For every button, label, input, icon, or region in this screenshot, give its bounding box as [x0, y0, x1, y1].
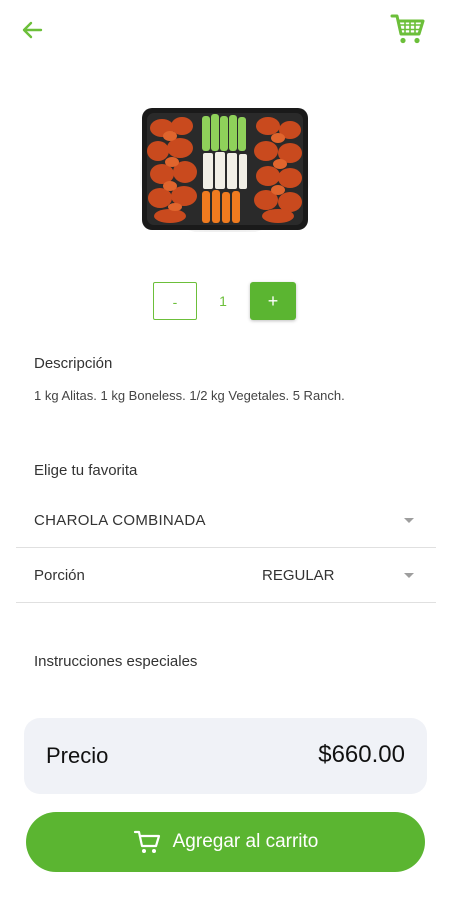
price-value: $660.00	[318, 741, 405, 768]
arrow-left-icon	[21, 19, 43, 46]
quantity-value: 1	[219, 293, 227, 309]
dropdown-caret-icon	[404, 573, 414, 578]
back-button[interactable]	[18, 18, 46, 46]
favorite-title: Elige tu favorita	[34, 462, 138, 479]
product-image	[139, 106, 311, 236]
shopping-cart-icon	[390, 12, 426, 51]
favorite-select[interactable]: CHAROLA COMBINADA	[16, 494, 436, 548]
portion-label: Porción	[34, 567, 85, 584]
favorite-select-value: CHAROLA COMBINADA	[34, 512, 206, 529]
cart-icon	[133, 829, 161, 855]
portion-select[interactable]: Porción REGULAR	[16, 549, 436, 603]
add-to-cart-button[interactable]: Agregar al carrito	[26, 812, 425, 872]
description-text: 1 kg Alitas. 1 kg Boneless. 1/2 kg Veget…	[34, 388, 345, 403]
special-instructions-label: Instrucciones especiales	[34, 653, 198, 670]
cart-button[interactable]	[388, 12, 428, 50]
quantity-increase-button[interactable]: +	[250, 282, 296, 320]
dropdown-caret-icon	[404, 518, 414, 523]
price-label: Precio	[46, 743, 109, 768]
description-title: Descripción	[34, 355, 113, 372]
quantity-decrease-button[interactable]: -	[153, 282, 197, 320]
add-to-cart-label: Agregar al carrito	[172, 831, 319, 852]
portion-select-value: REGULAR	[262, 567, 335, 584]
price-card: Precio $660.00	[24, 718, 427, 794]
